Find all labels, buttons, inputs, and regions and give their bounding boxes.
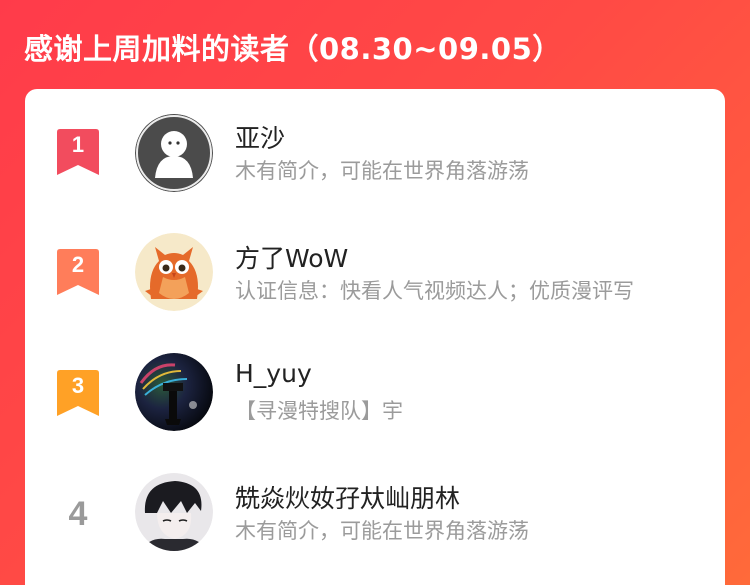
reader-ranking-card: 1 亚沙 木有简介，可能在世界角落游荡 2 方了WoW 认证信息：快看人气视频达…: [25, 89, 725, 585]
reader-description: 木有简介，可能在世界角落游荡: [235, 519, 529, 543]
rank-badge-1: 1: [57, 129, 99, 175]
rank-number: 2: [71, 252, 85, 277]
rank-badge-2: 2: [57, 249, 99, 295]
reader-row-3[interactable]: 3 H_yuy 【寻漫特搜队】宇: [25, 329, 725, 449]
owl-avatar-icon: [135, 233, 213, 311]
rank-number: 4: [68, 495, 88, 533]
avatar[interactable]: [135, 233, 213, 311]
reader-name[interactable]: 方了WoW: [235, 239, 348, 275]
rank-badge-3: 3: [57, 370, 99, 416]
avatar[interactable]: [135, 473, 213, 551]
page-title: 感谢上周加料的读者（08.30~09.05）: [24, 32, 562, 66]
anime-boy-avatar-icon: [135, 473, 213, 551]
dark-scene-avatar-icon: [135, 353, 213, 431]
reader-row-2[interactable]: 2 方了WoW 认证信息：快看人气视频达人；优质漫评写: [25, 209, 725, 329]
reader-name[interactable]: 亚沙: [235, 119, 285, 155]
avatar[interactable]: [135, 353, 213, 431]
reader-row-1[interactable]: 1 亚沙 木有简介，可能在世界角落游荡: [25, 89, 725, 209]
avatar[interactable]: [135, 114, 213, 192]
rank-number: 3: [71, 373, 85, 398]
reader-description: 【寻漫特搜队】宇: [235, 399, 403, 423]
reader-name[interactable]: H_yuy: [235, 359, 312, 388]
default-ghost-avatar-icon: [135, 114, 213, 192]
rank-number: 1: [71, 132, 85, 157]
reader-description: 木有简介，可能在世界角落游荡: [235, 159, 529, 183]
reader-name[interactable]: 兟焱炏奻孖夶屾朋林: [235, 479, 460, 515]
reader-row-4[interactable]: 4 兟焱炏奻孖夶屾朋林 木有简介，可能在世界角落游荡: [25, 449, 725, 569]
reader-description: 认证信息：快看人气视频达人；优质漫评写: [235, 279, 634, 303]
